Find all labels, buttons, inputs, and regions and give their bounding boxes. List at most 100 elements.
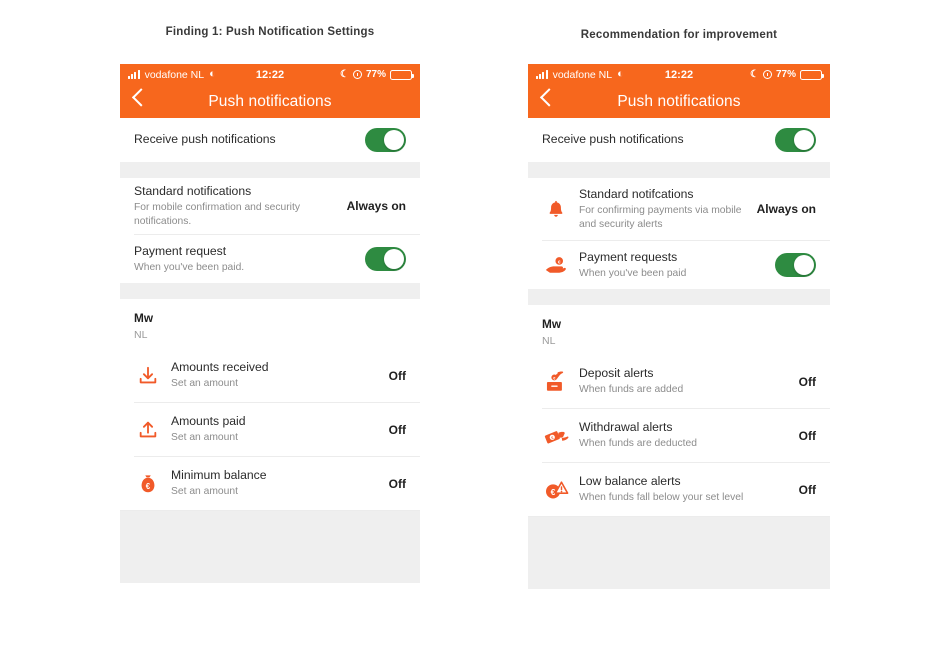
- carrier-label: vodafone NL: [144, 68, 205, 81]
- row-subtitle: Set an amount: [171, 486, 238, 498]
- row-title: Receive push notifications: [134, 132, 276, 147]
- row-title: Receive push notifications: [542, 132, 684, 147]
- caption-recommendation-right: Recommendation for improvement: [580, 29, 778, 41]
- phone-mockup-right: vodafone NL ◐ 12:22 ☾ 77% Push notificat…: [528, 64, 830, 601]
- status-bar-right-group: ☾ 77%: [750, 69, 825, 80]
- deposit-hand-box-icon: €: [542, 368, 570, 396]
- download-tray-icon: [134, 362, 162, 390]
- row-subtitle: When funds are added: [579, 384, 684, 396]
- svg-text:€: €: [558, 260, 561, 266]
- bell-icon: [542, 195, 570, 223]
- svg-text:€: €: [550, 487, 555, 497]
- bottom-filler: [528, 517, 830, 589]
- withdrawal-hand-note-icon: €: [542, 422, 570, 450]
- nav-bar-left: Push notifications: [120, 85, 420, 118]
- battery-percent-label: 77%: [365, 69, 386, 80]
- row-subtitle: Set an amount: [171, 432, 238, 444]
- row-subtitle: Set an amount: [171, 378, 238, 390]
- account-group-header: Mw NL: [120, 299, 420, 349]
- alarm-icon: [762, 70, 772, 79]
- row-title: Standard notifications: [134, 183, 252, 198]
- section-gap: [120, 162, 420, 178]
- row-deposit-alerts[interactable]: € Deposit alerts When funds are added Of…: [528, 355, 830, 408]
- row-amounts-paid[interactable]: Amounts paid Set an amount Off: [120, 403, 420, 456]
- row-title: Deposit alerts: [579, 366, 654, 381]
- row-text: Receive push notifications: [134, 132, 355, 147]
- row-subtitle: When funds fall below your set level: [579, 492, 744, 504]
- moon-icon: ☾: [750, 69, 759, 80]
- section-gap: [528, 289, 830, 305]
- row-text: Receive push notifications: [542, 132, 765, 147]
- row-subtitle: When you've been paid.: [134, 261, 245, 273]
- row-withdrawal-alerts[interactable]: € Withdrawal alerts When funds are deduc…: [528, 409, 830, 462]
- row-subtitle: When funds are deducted: [579, 438, 697, 450]
- money-bag-euro-icon: €: [134, 470, 162, 498]
- page-title: Push notifications: [208, 92, 332, 110]
- row-subtitle: When you've been paid: [579, 267, 687, 279]
- upload-tray-icon: [134, 416, 162, 444]
- account-country: NL: [134, 329, 148, 341]
- account-name: Mw: [542, 317, 562, 331]
- row-text: Amounts paid Set an amount: [171, 414, 379, 445]
- row-text: Withdrawal alerts When funds are deducte…: [579, 420, 789, 451]
- caption-finding-left: Finding 1: Push Notification Settings: [165, 26, 375, 38]
- status-bar-right-group: ☾ 77%: [340, 69, 415, 80]
- battery-icon: [390, 69, 415, 80]
- row-payment-request[interactable]: Payment request When you've been paid.: [120, 235, 420, 283]
- page-title: Push notifications: [617, 92, 741, 110]
- wifi-icon: ◐: [209, 68, 216, 80]
- row-minimum-balance[interactable]: € Minimum balance Set an amount Off: [120, 457, 420, 510]
- row-value: Off: [388, 422, 406, 437]
- row-text: Standard notifcations For confirming pay…: [579, 187, 747, 231]
- row-title: Amounts received: [171, 360, 269, 375]
- settings-content-left: Receive push notifications Standard noti…: [120, 118, 420, 583]
- row-title: Amounts paid: [171, 414, 246, 429]
- section-gap: [528, 162, 830, 178]
- row-text: Low balance alerts When funds fall below…: [579, 474, 789, 505]
- carrier-label: vodafone NL: [552, 68, 613, 81]
- row-value: Off: [798, 374, 816, 389]
- row-title: Payment requests: [579, 249, 678, 264]
- row-low-balance-alerts[interactable]: € Low balance alerts When funds fall bel…: [528, 463, 830, 516]
- row-title: Standard notifcations: [579, 186, 694, 201]
- toggle-payment-request[interactable]: [365, 247, 406, 271]
- row-text: Payment request When you've been paid.: [134, 244, 355, 275]
- account-country: NL: [542, 335, 556, 347]
- nav-bar-right: Push notifications: [528, 85, 830, 118]
- row-title: Low balance alerts: [579, 474, 681, 489]
- row-value: Off: [798, 482, 816, 497]
- toggle-receive-push-notifications[interactable]: [365, 128, 406, 152]
- signal-strength-icon: [536, 70, 548, 79]
- status-bar-carrier-group: vodafone NL ◐: [536, 69, 624, 81]
- row-text: Amounts received Set an amount: [171, 360, 379, 391]
- row-value: Always on: [346, 199, 406, 213]
- row-receive-push-notifications[interactable]: Receive push notifications: [120, 118, 420, 162]
- row-payment-requests[interactable]: € Payment requests When you've been paid: [528, 241, 830, 289]
- row-value: Off: [798, 428, 816, 443]
- row-title: Withdrawal alerts: [579, 420, 673, 435]
- row-text: Standard notifications For mobile confir…: [134, 184, 337, 228]
- bottom-filler: [120, 511, 420, 583]
- row-standard-notifications[interactable]: Standard notifications For mobile confir…: [120, 178, 420, 234]
- battery-percent-label: 77%: [775, 69, 796, 80]
- toggle-receive-push-notifications[interactable]: [775, 128, 816, 152]
- section-gap: [120, 283, 420, 299]
- status-bar-left: vodafone NL ◐ 12:22 ☾ 77%: [120, 64, 420, 85]
- hand-coin-icon: €: [542, 251, 570, 279]
- row-amounts-received[interactable]: Amounts received Set an amount Off: [120, 349, 420, 402]
- status-bar-carrier-group: vodafone NL ◐: [128, 69, 216, 81]
- row-value: Always on: [756, 202, 816, 216]
- row-text: Payment requests When you've been paid: [579, 250, 765, 281]
- row-value: Off: [388, 368, 406, 383]
- svg-text:€: €: [146, 481, 151, 490]
- alarm-icon: [352, 70, 362, 79]
- row-subtitle: For confirming payments via mobile and s…: [579, 205, 742, 230]
- account-name: Mw: [134, 311, 154, 325]
- battery-icon: [800, 69, 825, 80]
- low-balance-warning-icon: €: [542, 476, 570, 504]
- wifi-icon: ◐: [617, 68, 624, 80]
- toggle-payment-requests[interactable]: [775, 253, 816, 277]
- row-standard-notifications[interactable]: Standard notifcations For confirming pay…: [528, 178, 830, 240]
- row-text: Deposit alerts When funds are added: [579, 366, 789, 397]
- row-receive-push-notifications[interactable]: Receive push notifications: [528, 118, 830, 162]
